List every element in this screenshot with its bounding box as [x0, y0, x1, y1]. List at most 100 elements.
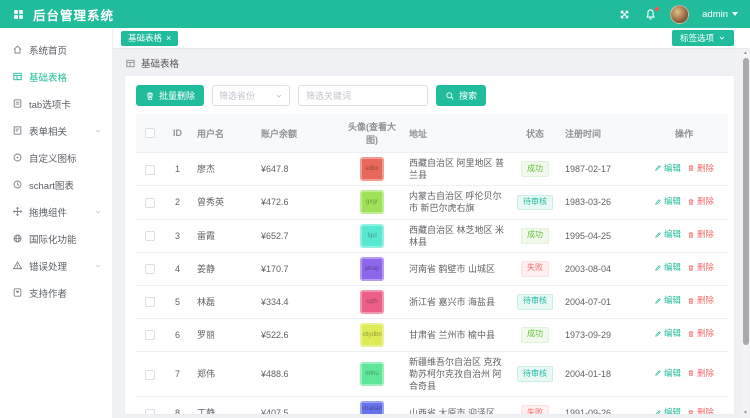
- user-avatar[interactable]: fgcl: [360, 224, 384, 248]
- trash-icon: [145, 91, 155, 101]
- delete-button[interactable]: 删除: [687, 196, 714, 207]
- sidebar-item-home[interactable]: 系统首页: [0, 36, 112, 63]
- user-avatar[interactable]: gxgr: [360, 190, 384, 214]
- sidebar-item-author[interactable]: 支持作者: [0, 279, 112, 306]
- fullscreen-icon[interactable]: [618, 8, 631, 21]
- sidebar-item-table[interactable]: 基础表格: [0, 63, 112, 90]
- delete-button[interactable]: 删除: [687, 163, 714, 174]
- topbar-actions: admin: [618, 5, 738, 24]
- pencil-icon: [654, 330, 662, 338]
- status-badge: 待审核: [517, 195, 553, 211]
- cell-register-date: 1973-09-29: [560, 318, 640, 351]
- table-row: 5 林磊 ¥334.4 cqfh 浙江省 嘉兴市 海盐县 待审核 2004-07…: [136, 285, 728, 318]
- edit-button[interactable]: 编辑: [654, 407, 681, 414]
- cell-username: 廖杰: [192, 153, 256, 186]
- edit-button[interactable]: 编辑: [654, 368, 681, 379]
- cell-address: 内蒙古自治区 呼伦贝尔市 新巴尔虎右旗: [404, 186, 510, 219]
- close-icon[interactable]: ×: [166, 34, 171, 43]
- scrollbar[interactable]: ▲ ▼: [742, 50, 749, 416]
- cell-address: 河南省 鹤壁市 山城区: [404, 252, 510, 285]
- select-all-checkbox[interactable]: [145, 128, 155, 138]
- cell-id: 8: [163, 397, 192, 414]
- cell-balance: ¥652.7: [256, 219, 340, 252]
- scroll-down-arrow[interactable]: ▼: [742, 410, 749, 416]
- cell-address: 浙江省 嘉兴市 海盐县: [404, 285, 510, 318]
- table-row: 6 罗丽 ¥522.6 xttydbn 甘肃省 兰州市 榆中县 成功 1973-…: [136, 318, 728, 351]
- pencil-icon: [654, 409, 662, 414]
- province-select[interactable]: 筛选省份: [212, 85, 290, 106]
- user-avatar[interactable]: xttydbn: [360, 323, 384, 347]
- cell-id: 2: [163, 186, 192, 219]
- delete-button[interactable]: 删除: [687, 328, 714, 339]
- row-checkbox[interactable]: [145, 198, 155, 208]
- sidebar-item-label: 自定义图标: [29, 151, 77, 165]
- search-button[interactable]: 搜索: [436, 85, 486, 106]
- edit-button[interactable]: 编辑: [654, 196, 681, 207]
- delete-button[interactable]: 删除: [687, 262, 714, 273]
- delete-button[interactable]: 删除: [687, 368, 714, 379]
- sidebar-item-circle[interactable]: 自定义图标: [0, 144, 112, 171]
- keyword-input[interactable]: [298, 85, 428, 106]
- globe-icon: [12, 233, 23, 244]
- user-menu[interactable]: admin: [702, 9, 738, 20]
- sidebar-item-warning[interactable]: 错误处理: [0, 252, 112, 279]
- sidebar: 系统首页 基础表格 tab选项卡 表单相关 自定义图标 schart图表 拖拽组…: [0, 28, 113, 418]
- user-avatar[interactable]: afeap: [360, 257, 384, 281]
- cell-username: 曾秀英: [192, 186, 256, 219]
- cell-register-date: 1987-02-17: [560, 153, 640, 186]
- sidebar-item-form[interactable]: 表单相关: [0, 117, 112, 144]
- trash-icon: [687, 297, 695, 305]
- tag-options-button[interactable]: 标签选项: [672, 30, 734, 46]
- delete-button[interactable]: 删除: [687, 295, 714, 306]
- cell-register-date: 1995-04-25: [560, 219, 640, 252]
- avatar[interactable]: [670, 5, 689, 24]
- delete-button[interactable]: 删除: [687, 407, 714, 414]
- edit-button[interactable]: 编辑: [654, 229, 681, 240]
- table-row: 7 郑伟 ¥488.6 mfnu 新疆维吾尔自治区 克孜勒苏柯尔克孜自治州 阿合…: [136, 351, 728, 396]
- bulk-delete-button[interactable]: 批量删除: [136, 85, 204, 106]
- app-window: 后台管理系统 admin 系统首页 基础表格 tab选项卡: [0, 0, 750, 418]
- scrollbar-thumb[interactable]: [743, 58, 749, 345]
- edit-button[interactable]: 编辑: [654, 295, 681, 306]
- page-title: 基础表格: [125, 56, 734, 70]
- delete-button[interactable]: 删除: [687, 229, 714, 240]
- table-row: 8 丁静 ¥407.5 chabadk 山西省 太原市 迎泽区 失败 1991-…: [136, 397, 728, 414]
- sidebar-item-tabs[interactable]: tab选项卡: [0, 90, 112, 117]
- table-row: 4 姜静 ¥170.7 afeap 河南省 鹤壁市 山城区 失败 2003-08…: [136, 252, 728, 285]
- logo-grid-icon: [12, 8, 25, 21]
- user-avatar[interactable]: mfnu: [360, 362, 384, 386]
- scroll-up-arrow[interactable]: ▲: [742, 50, 749, 56]
- chevron-down-icon: [94, 262, 102, 270]
- tab-basic-table[interactable]: 基础表格 ×: [121, 31, 178, 46]
- row-checkbox[interactable]: [145, 231, 155, 241]
- edit-button[interactable]: 编辑: [654, 163, 681, 174]
- row-checkbox[interactable]: [145, 409, 155, 414]
- cell-address: 西藏自治区 阿里地区 普兰县: [404, 153, 510, 186]
- column-header: 账户余额: [256, 114, 340, 153]
- row-checkbox[interactable]: [145, 165, 155, 175]
- status-badge: 成功: [521, 161, 549, 177]
- row-checkbox[interactable]: [145, 330, 155, 340]
- sidebar-item-clock[interactable]: schart图表: [0, 171, 112, 198]
- cell-username: 郑伟: [192, 351, 256, 396]
- cell-balance: ¥334.4: [256, 285, 340, 318]
- sidebar-item-drag[interactable]: 拖拽组件: [0, 198, 112, 225]
- trash-icon: [687, 369, 695, 377]
- user-avatar[interactable]: edbx: [360, 157, 384, 181]
- pencil-icon: [654, 231, 662, 239]
- row-checkbox[interactable]: [145, 264, 155, 274]
- row-checkbox[interactable]: [145, 370, 155, 380]
- edit-button[interactable]: 编辑: [654, 328, 681, 339]
- cell-register-date: 1983-03-26: [560, 186, 640, 219]
- table-card: 批量删除 筛选省份 搜索: [125, 76, 734, 414]
- trash-icon: [687, 264, 695, 272]
- user-avatar[interactable]: chabadk: [360, 401, 384, 414]
- row-checkbox[interactable]: [145, 297, 155, 307]
- edit-button[interactable]: 编辑: [654, 262, 681, 273]
- user-avatar[interactable]: cqfh: [360, 290, 384, 314]
- content: 基础表格 批量删除 筛选省份: [113, 49, 750, 418]
- cell-address: 山西省 太原市 迎泽区: [404, 397, 510, 414]
- bell-icon[interactable]: [644, 8, 657, 21]
- cell-balance: ¥170.7: [256, 252, 340, 285]
- sidebar-item-globe[interactable]: 国际化功能: [0, 225, 112, 252]
